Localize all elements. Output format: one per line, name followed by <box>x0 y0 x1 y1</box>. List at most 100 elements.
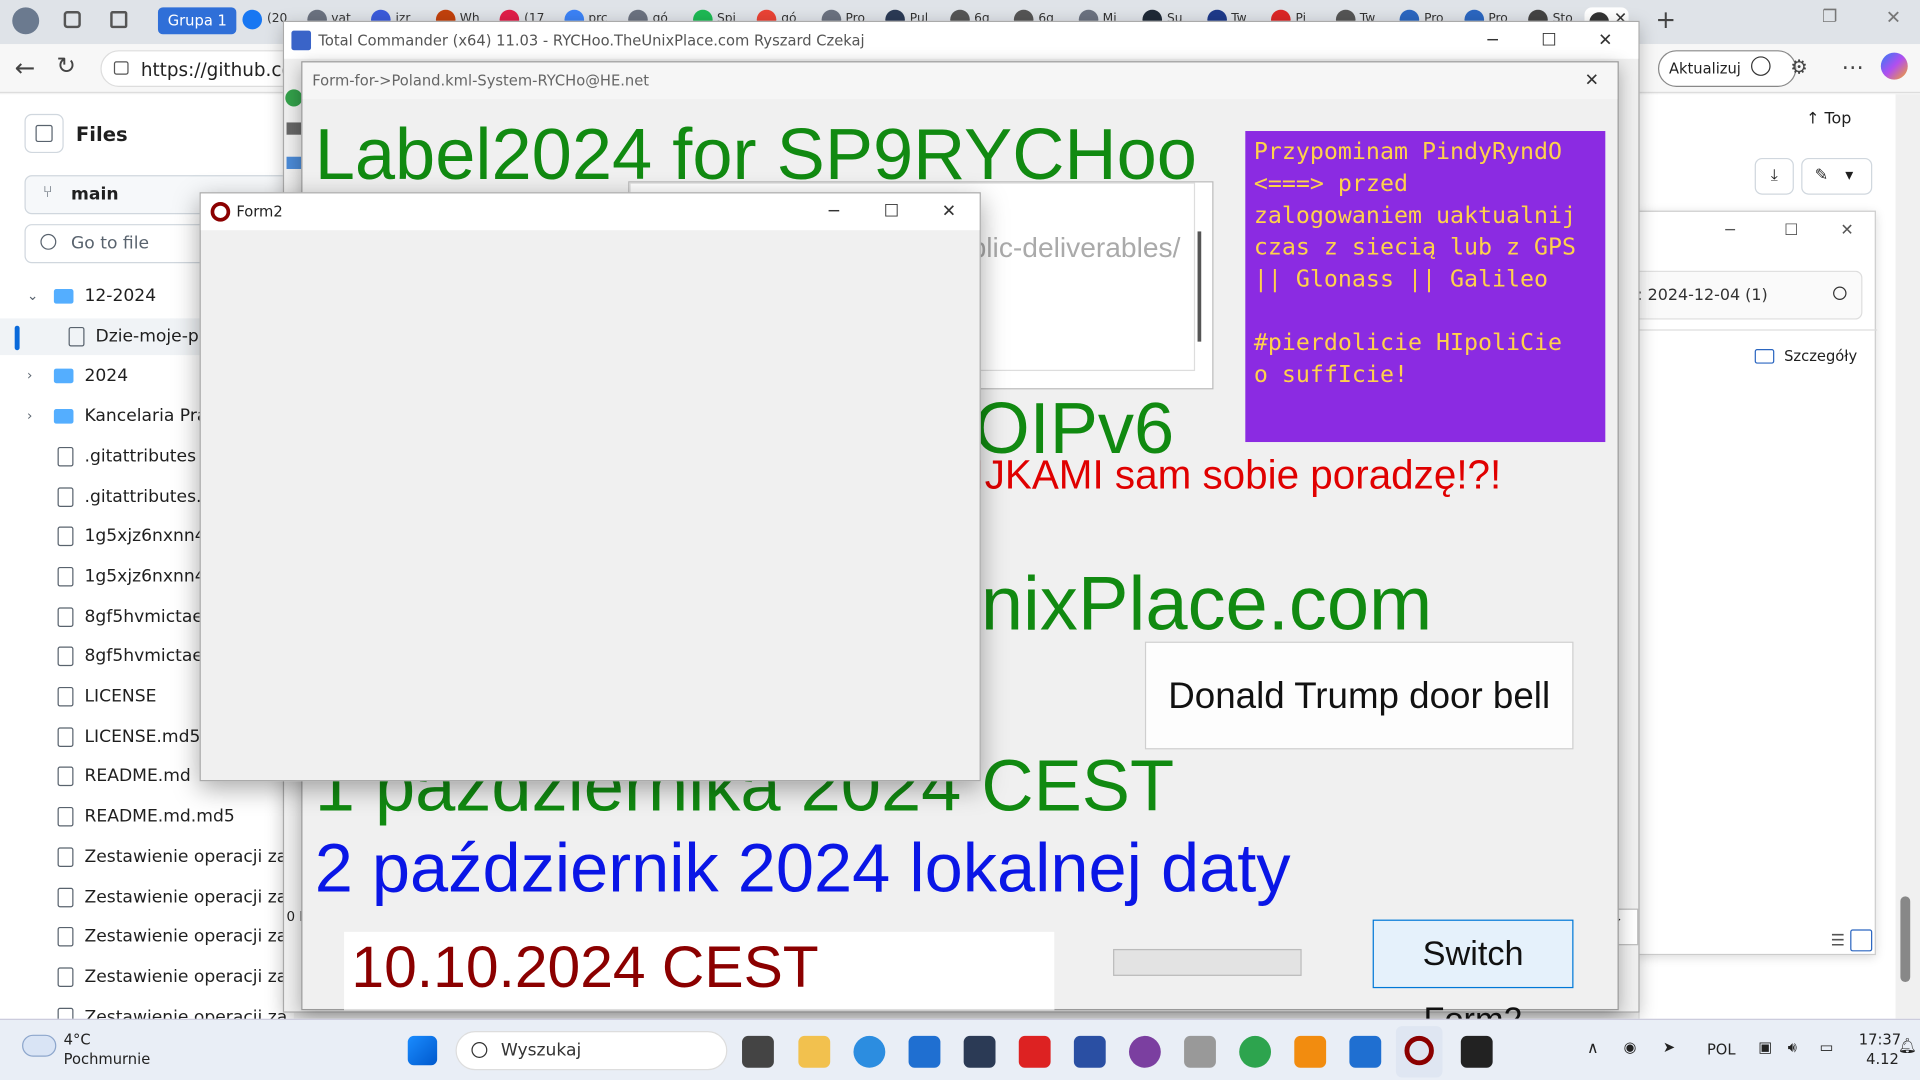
memo-scrollbar[interactable] <box>1197 231 1202 342</box>
tree-file-item[interactable]: README.md.md5 <box>0 798 294 835</box>
new-tab-icon[interactable]: + <box>1656 5 1677 34</box>
tree-item-label: LICENSE.md5 <box>84 726 201 747</box>
clock-date[interactable]: 4.12 <box>1866 1051 1899 1068</box>
file-icon <box>57 446 74 467</box>
file-icon <box>57 767 74 787</box>
tree-file-item[interactable]: Zestawienie operacji za 24 <box>0 839 294 876</box>
site-info-icon[interactable] <box>113 61 129 75</box>
globe-app-icon[interactable] <box>1239 1035 1272 1068</box>
delphi-icon <box>1404 1035 1434 1066</box>
windows-start-icon[interactable] <box>407 1035 438 1066</box>
download-button[interactable]: ⤓ <box>1754 157 1794 195</box>
clock-time[interactable]: 17:37 <box>1859 1031 1901 1048</box>
close-icon[interactable]: ✕ <box>1840 222 1853 240</box>
list-view-icon[interactable]: ☰ <box>1831 932 1845 950</box>
toolbar-icon[interactable] <box>286 156 302 169</box>
tc-title-bar: Total Commander (x64) 11.03 - RYCHoo.The… <box>284 22 1639 59</box>
delphi-running-app[interactable] <box>1395 1026 1443 1078</box>
tree-item-label: Dzie-moje-pie <box>95 326 215 347</box>
tiles-view-icon[interactable] <box>1850 929 1873 952</box>
file-icon <box>57 606 74 627</box>
maximize-icon[interactable]: ☐ <box>1521 22 1577 59</box>
file-explorer-icon[interactable] <box>798 1035 831 1068</box>
virtualbox-icon[interactable] <box>963 1035 996 1068</box>
restore-window-icon[interactable]: ❐ <box>1822 7 1837 27</box>
form2-window: Form2 ─ ☐ ✕ <box>199 192 981 782</box>
battery-icon[interactable]: ▭ <box>1820 1038 1834 1055</box>
task-view-icon[interactable] <box>742 1035 774 1068</box>
close-window-icon[interactable]: ✕ <box>1886 6 1901 28</box>
maximize-icon[interactable]: ☐ <box>863 193 919 230</box>
tab-group-label[interactable]: Grupa 1 <box>157 7 237 35</box>
refresh-toolbar-icon[interactable] <box>285 89 303 107</box>
update-button[interactable]: Aktualizuj <box>1657 50 1797 87</box>
minimize-icon[interactable]: ─ <box>1725 222 1735 240</box>
explorer-search-field[interactable]: : 2024-12-04 (1) <box>1637 270 1863 320</box>
tab-actions-icon[interactable] <box>110 11 128 29</box>
close-icon[interactable]: ✕ <box>1577 22 1633 59</box>
weather-temp[interactable]: 4°C <box>64 1031 91 1048</box>
download-icon: ⤓ <box>1770 166 1778 185</box>
store-icon[interactable] <box>908 1035 941 1068</box>
maximize-icon[interactable]: ☐ <box>1784 222 1798 240</box>
minimize-icon[interactable]: ─ <box>806 193 862 230</box>
tree-file-item[interactable]: Zestawienie operacji za 24 <box>0 919 294 956</box>
edit-button[interactable]: ✎ ▾ <box>1801 157 1873 195</box>
network-icon[interactable]: ▣ <box>1758 1038 1772 1055</box>
page-scrollbar[interactable] <box>1895 94 1920 1019</box>
tree-item-label: .gitattributes.m <box>84 486 219 507</box>
app-icon[interactable] <box>1349 1035 1382 1068</box>
edge-icon[interactable] <box>853 1035 886 1068</box>
location-icon[interactable]: ➤ <box>1663 1038 1675 1055</box>
total-commander-icon[interactable] <box>1073 1035 1106 1068</box>
search-icon <box>40 233 57 250</box>
file-explorer-window: ─ ☐ ✕ : 2024-12-04 (1) Szczegóły ☰ <box>1635 210 1878 956</box>
network-app-icon[interactable] <box>1184 1035 1216 1068</box>
chevron-right-icon[interactable]: › <box>27 398 32 435</box>
security-icon[interactable]: ◉ <box>1624 1038 1637 1055</box>
close-icon[interactable]: ✕ <box>1564 62 1620 99</box>
date-field[interactable]: 10.10.2024 CEST <box>344 931 1055 1011</box>
back-icon[interactable]: ← <box>15 53 36 82</box>
app-icon[interactable] <box>1018 1035 1051 1068</box>
folder-icon <box>53 288 74 304</box>
toolbar-icon[interactable] <box>286 122 302 135</box>
scrollbar-thumb[interactable] <box>1900 896 1911 983</box>
notification-icon[interactable]: 🔔︎ <box>1898 1037 1917 1054</box>
form1-title-bar: Form-for->Poland.kml-System-RYCHo@HE.net… <box>302 62 1620 100</box>
terminal-icon[interactable] <box>1460 1035 1493 1068</box>
tab-favicon-icon[interactable] <box>242 9 263 30</box>
more-menu-icon[interactable]: ⋯ <box>1842 55 1864 81</box>
details-button[interactable]: Szczegóły <box>1784 348 1857 365</box>
volume-icon[interactable]: 🔊︎ <box>1788 1038 1797 1056</box>
form2-title-bar: Form2 ─ ☐ ✕ <box>200 193 980 231</box>
close-icon[interactable]: ✕ <box>921 193 977 230</box>
top-link[interactable]: ↑ Top <box>1806 110 1851 128</box>
refresh-icon[interactable]: ↻ <box>56 53 75 80</box>
switch-form2-button[interactable]: Switch Form2 <box>1372 919 1574 1038</box>
show-hidden-icons[interactable]: ∧ <box>1587 1040 1599 1058</box>
taskbar-search[interactable]: Wyszukaj <box>455 1031 728 1071</box>
copilot-icon[interactable] <box>1880 52 1908 80</box>
date-field-text: 10.10.2024 CEST <box>351 935 819 1001</box>
tree-item-label: 1g5xjz6nxnn4p <box>84 566 217 587</box>
tree-item-label: 1g5xjz6nxnn4p <box>84 526 217 547</box>
github-desktop-icon[interactable] <box>1128 1035 1161 1068</box>
gray-panel <box>1113 948 1302 976</box>
tree-file-item[interactable]: Zestawienie operacji za 24 <box>0 959 294 996</box>
file-icon <box>68 326 85 347</box>
taskbar-search-placeholder: Wyszukaj <box>500 1040 582 1061</box>
trump-door-bell-button[interactable]: Donald Trump door bell <box>1144 641 1574 750</box>
chevron-right-icon[interactable]: › <box>27 358 32 395</box>
vlc-icon[interactable] <box>1294 1035 1327 1068</box>
collapse-sidebar-button[interactable] <box>24 113 64 154</box>
minimize-icon[interactable]: ─ <box>1464 22 1520 59</box>
profile-avatar[interactable] <box>12 7 40 35</box>
chevron-down-icon[interactable]: ⌄ <box>27 278 38 315</box>
cloud-icon <box>22 1034 57 1057</box>
language-indicator[interactable]: POL <box>1707 1041 1736 1058</box>
workspaces-icon[interactable] <box>63 11 81 29</box>
tree-file-item[interactable]: Zestawienie operacji za 24 <box>0 879 294 916</box>
extensions-icon[interactable]: ⚙ <box>1790 55 1808 78</box>
label-main: Label2024 for SP9RYCHoo <box>314 113 1197 195</box>
